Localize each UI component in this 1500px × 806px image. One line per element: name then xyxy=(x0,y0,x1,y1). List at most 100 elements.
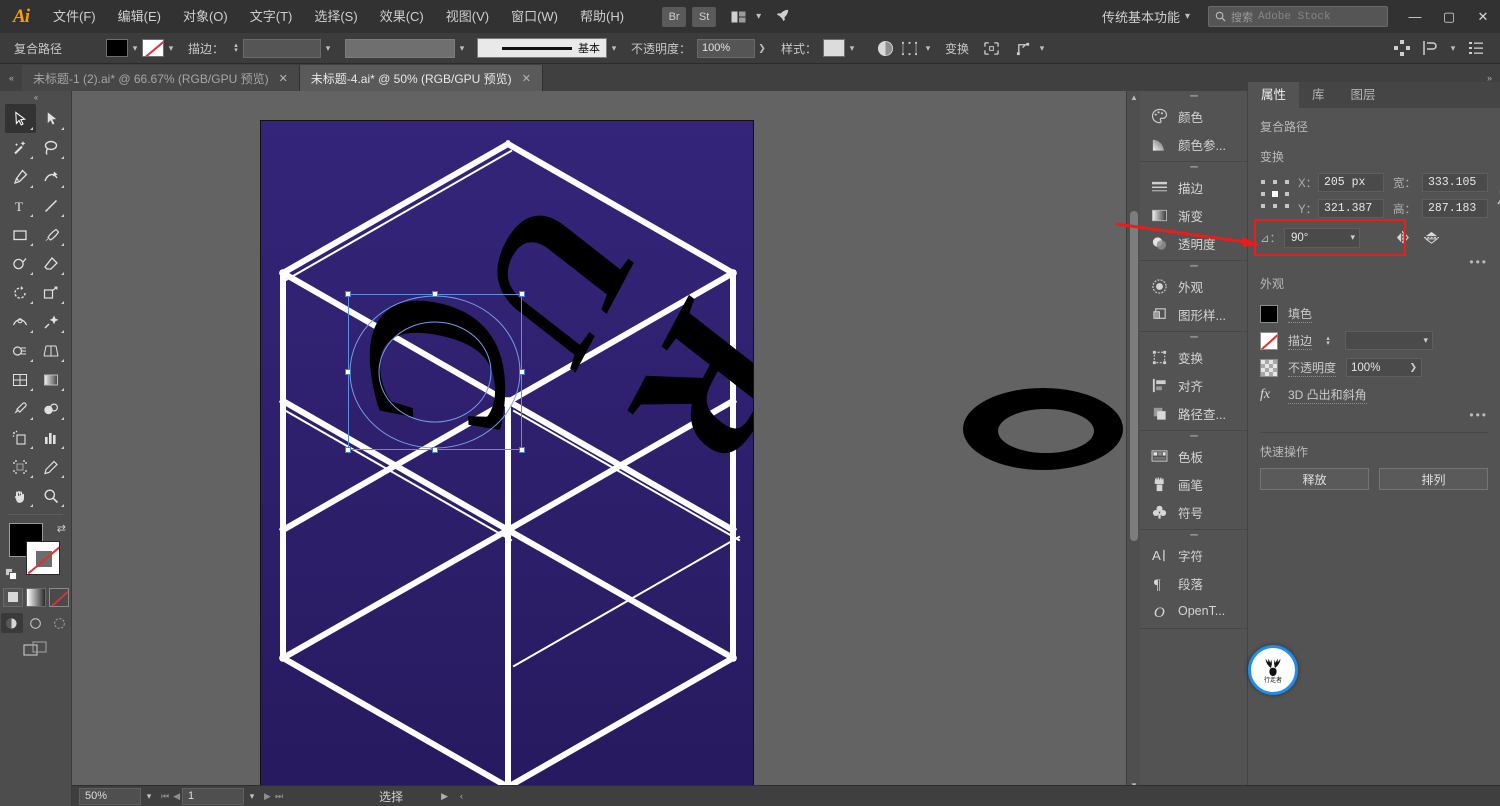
appearance-fill-row[interactable]: 填色 xyxy=(1260,300,1488,327)
transform-height-input[interactable]: 287.183 xyxy=(1422,199,1488,218)
eraser-tool[interactable] xyxy=(36,249,67,278)
tab-properties[interactable]: 属性 xyxy=(1248,82,1300,108)
vertical-scroll-thumb[interactable] xyxy=(1130,211,1138,541)
artboard-nav-prev[interactable]: ◀ xyxy=(173,791,180,802)
panel-paragraph[interactable]: ¶ 段落 xyxy=(1140,569,1247,597)
artboard[interactable]: C U R xyxy=(260,120,754,786)
graphic-style-swatch[interactable] xyxy=(823,39,846,57)
release-button[interactable]: 释放 xyxy=(1260,468,1369,490)
free-transform-tool[interactable] xyxy=(36,307,67,336)
tab-library[interactable]: 库 xyxy=(1299,82,1338,108)
stock-search-input[interactable]: 搜索 Adobe Stock xyxy=(1208,6,1388,27)
blend-tool[interactable] xyxy=(36,394,67,423)
dock-group-3-grip[interactable]: ▪▪▪▪▪ xyxy=(1140,261,1247,272)
stroke-chevron-icon[interactable]: ▾ xyxy=(164,39,178,57)
status-menu-icon[interactable]: ▶ xyxy=(441,791,448,802)
align-selection-icon[interactable] xyxy=(897,37,921,59)
artboard-number-chevron-icon[interactable]: ▾ xyxy=(244,791,260,802)
dock-group-2-grip[interactable]: ▪▪▪▪▪ xyxy=(1140,162,1247,173)
appearance-opacity-input[interactable]: 100% ❯ xyxy=(1346,358,1423,377)
brush-chevron-icon[interactable]: ▾ xyxy=(607,39,621,57)
slice-tool[interactable] xyxy=(36,452,67,481)
arrange-documents-icon[interactable] xyxy=(725,7,751,27)
appearance-stroke-chevron-icon[interactable]: ▾ xyxy=(1423,335,1428,346)
toolbar-grip-icon[interactable]: ‹‹ xyxy=(0,91,71,104)
symbol-sprayer-tool[interactable] xyxy=(5,423,36,452)
hand-tool[interactable] xyxy=(5,481,36,510)
window-minimize-button[interactable]: — xyxy=(1398,0,1432,33)
draw-inside-icon[interactable] xyxy=(49,613,71,633)
document-tab-1-close-icon[interactable]: ✕ xyxy=(279,72,288,85)
zoom-level-chevron-icon[interactable]: ▾ xyxy=(141,791,157,802)
selection-handle-br[interactable] xyxy=(519,447,525,453)
panel-stroke[interactable]: 描边 xyxy=(1140,173,1247,201)
panel-graphic-styles[interactable]: 图形样... xyxy=(1140,300,1247,328)
anchor-chevron-icon[interactable]: ▾ xyxy=(1035,39,1049,57)
fx-icon[interactable]: fx xyxy=(1260,387,1278,403)
stroke-weight-input[interactable] xyxy=(243,38,322,58)
toolbar-stroke-swatch[interactable] xyxy=(26,541,60,575)
brush-definition-select[interactable]: 基本 xyxy=(477,38,608,58)
transform-menu-button[interactable]: 变换 xyxy=(945,40,969,57)
arrange-objects-chevron-icon[interactable]: ▾ xyxy=(1446,39,1460,57)
fill-chevron-icon[interactable]: ▾ xyxy=(128,39,142,57)
menu-window[interactable]: 窗口(W) xyxy=(500,0,569,33)
stroke-weight-chevron-icon[interactable]: ▾ xyxy=(321,39,335,57)
artboard-nav-next[interactable]: ▶ xyxy=(264,791,271,802)
transform-more-options-icon[interactable]: ••• xyxy=(1260,255,1488,269)
arrange-button[interactable]: 排列 xyxy=(1379,468,1488,490)
paintbrush-tool[interactable] xyxy=(36,220,67,249)
menu-file[interactable]: 文件(F) xyxy=(42,0,107,33)
panel-brushes[interactable]: 画笔 xyxy=(1140,470,1247,498)
dock-group-5-grip[interactable]: ▪▪▪▪▪ xyxy=(1140,431,1247,442)
transform-width-input[interactable]: 333.105 xyxy=(1422,173,1488,192)
appearance-stroke-weight-input[interactable]: ▾ xyxy=(1345,331,1434,350)
transform-angle-chevron-icon[interactable]: ▾ xyxy=(1350,232,1355,243)
opacity-mask-icon[interactable] xyxy=(873,37,897,59)
draw-normal-icon[interactable] xyxy=(0,613,23,633)
none-mode-button[interactable] xyxy=(48,588,69,607)
arrange-chevron-icon[interactable]: ▾ xyxy=(756,11,761,22)
document-tab-2[interactable]: 未标题-4.ai* @ 50% (RGB/GPU 预览) ✕ xyxy=(299,65,543,91)
selection-bounding-box[interactable] xyxy=(345,291,525,453)
direct-selection-tool[interactable] xyxy=(36,104,67,133)
panel-symbols[interactable]: 符号 xyxy=(1140,498,1247,526)
color-mode-button[interactable] xyxy=(2,588,23,607)
appearance-opacity-swatch[interactable] xyxy=(1260,358,1278,377)
menu-effect[interactable]: 效果(C) xyxy=(369,0,435,33)
style-chevron-icon[interactable]: ▾ xyxy=(845,39,859,57)
opacity-expand-icon[interactable]: ❯ xyxy=(755,39,769,57)
stroke-profile-chevron-icon[interactable]: ▾ xyxy=(455,39,469,57)
tab-layers[interactable]: 图层 xyxy=(1338,82,1389,108)
stroke-swatch[interactable] xyxy=(142,39,164,57)
column-graph-tool[interactable] xyxy=(36,423,67,452)
artboard-number-input[interactable]: 1 xyxy=(182,787,245,805)
align-chevron-icon[interactable]: ▾ xyxy=(921,39,935,57)
artboard-nav-first[interactable]: ⏮ xyxy=(161,791,169,802)
appearance-opacity-expand-icon[interactable]: ❯ xyxy=(1409,362,1417,373)
isolate-group-icon[interactable] xyxy=(979,37,1003,59)
panel-color-guide[interactable]: 颜色参... xyxy=(1140,130,1247,158)
status-resize-grip-icon[interactable]: ‹ xyxy=(460,791,463,801)
curvature-tool[interactable] xyxy=(36,162,67,191)
mesh-tool[interactable] xyxy=(5,365,36,394)
panel-align[interactable]: 对齐 xyxy=(1140,371,1247,399)
panel-opentype[interactable]: O OpenT... xyxy=(1140,597,1247,625)
workspace-selector[interactable]: 传统基本功能 ▾ xyxy=(1094,5,1198,29)
width-tool[interactable] xyxy=(5,307,36,336)
eyedropper-tool[interactable] xyxy=(5,394,36,423)
anchor-point-icon[interactable] xyxy=(1011,37,1035,59)
window-maximize-button[interactable]: ▢ xyxy=(1432,0,1466,33)
lasso-tool[interactable] xyxy=(36,133,67,162)
shaper-tool[interactable] xyxy=(5,249,36,278)
flip-vertical-icon[interactable] xyxy=(1420,228,1442,248)
artboard-tool[interactable] xyxy=(5,452,36,481)
rectangle-tool[interactable] xyxy=(5,220,36,249)
reference-point-selector[interactable] xyxy=(1260,179,1290,209)
rotate-tool[interactable] xyxy=(5,278,36,307)
appearance-opacity-row[interactable]: 不透明度 100% ❯ xyxy=(1260,354,1488,381)
transform-y-input[interactable]: 321.387 xyxy=(1318,199,1384,218)
appearance-stroke-swatch[interactable] xyxy=(1260,331,1278,350)
gradient-mode-button[interactable] xyxy=(25,588,46,607)
black-ellipse-ring[interactable] xyxy=(962,387,1124,471)
